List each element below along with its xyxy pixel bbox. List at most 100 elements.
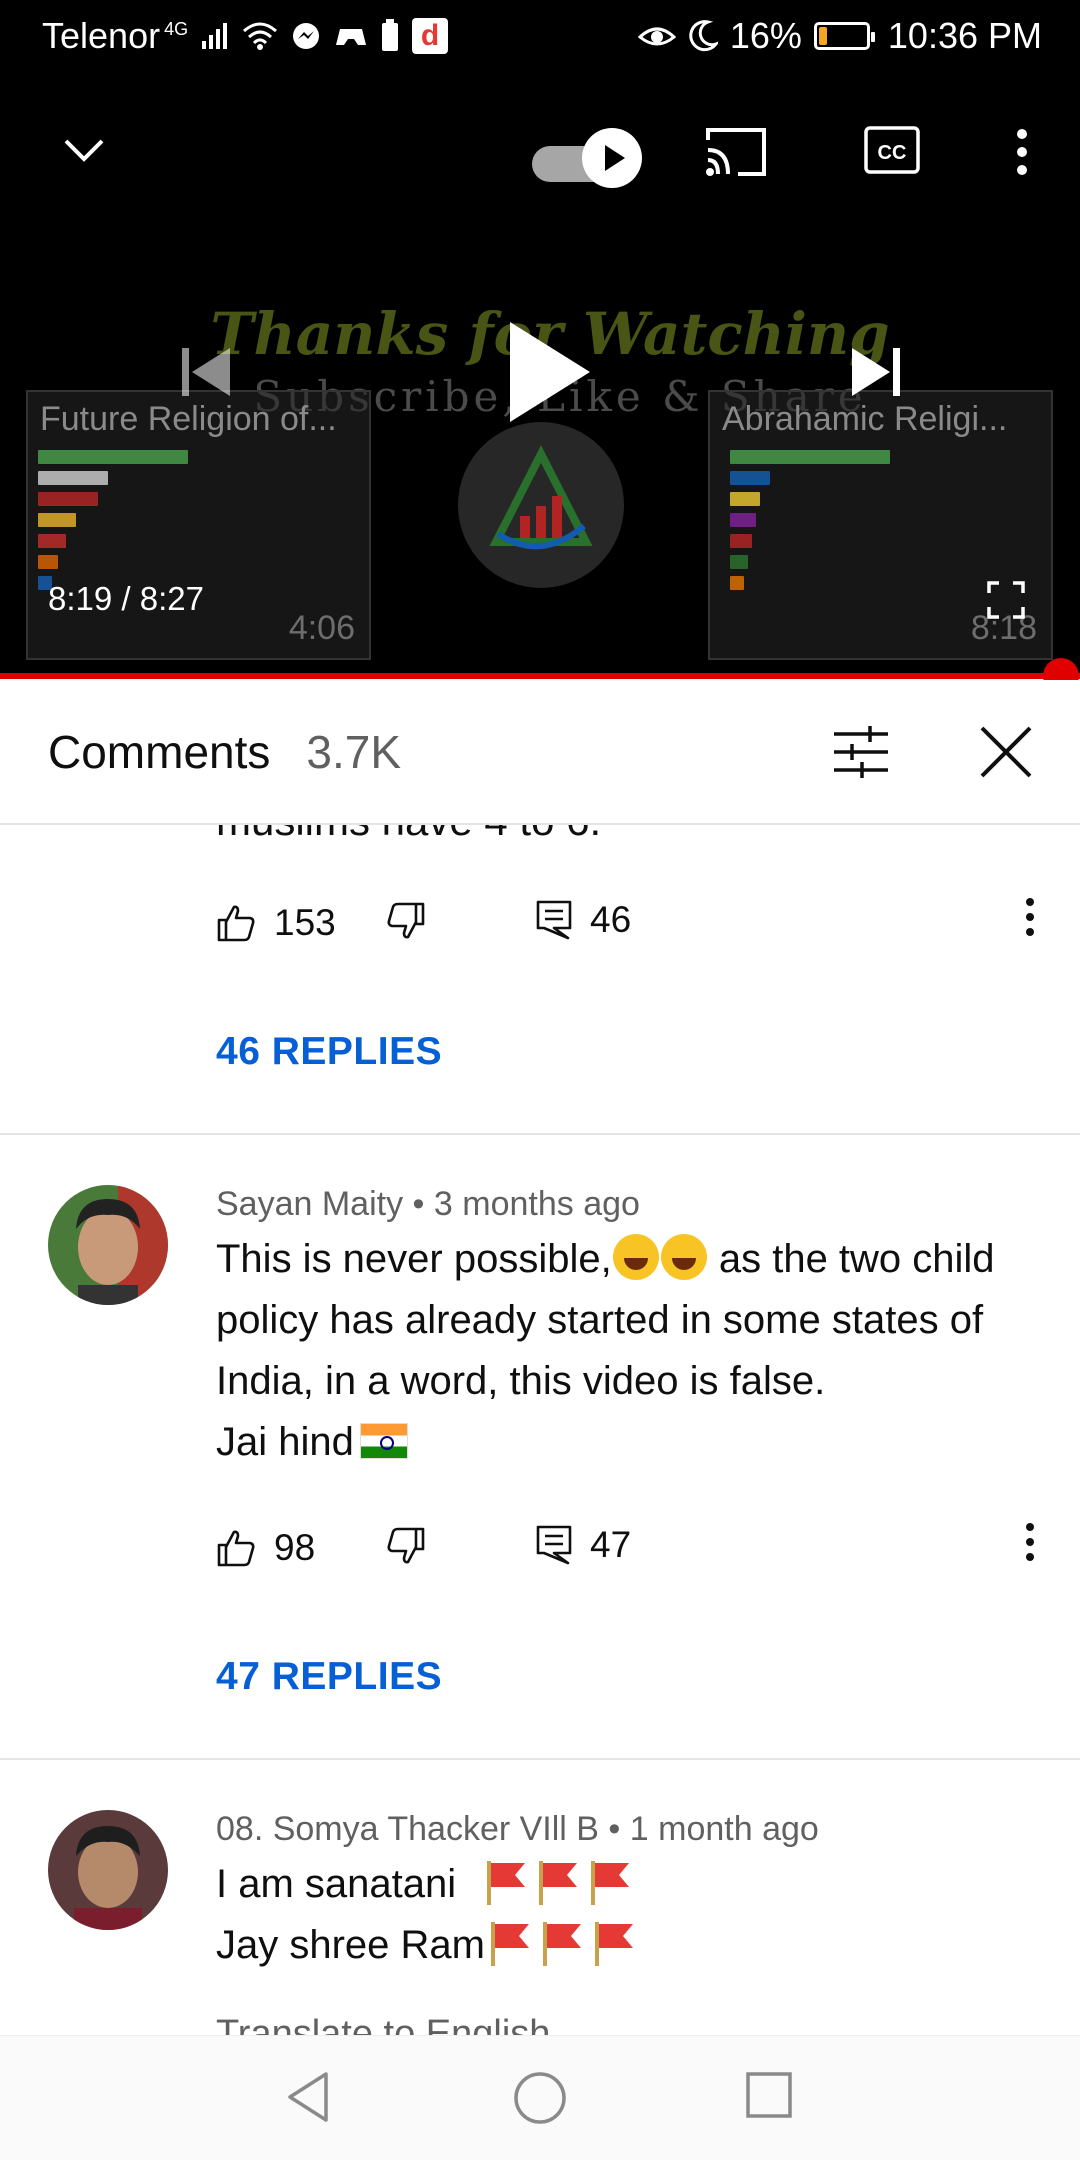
thumb-down-icon (387, 902, 425, 939)
comment-line: Jai hind (216, 1412, 1046, 1473)
thumb-down-icon (387, 1527, 425, 1564)
previous-icon[interactable] (176, 342, 236, 402)
flag-emoji-icon (490, 1922, 529, 1966)
meta-separator: • (598, 1810, 630, 1848)
comment-actions: 153 46 (216, 893, 1036, 953)
comment-actions: 98 47 (216, 1518, 1036, 1578)
comment-text: I am sanatani Jay shree Ram (216, 1854, 1046, 1976)
flag-emoji-icon (594, 1922, 633, 1966)
view-replies-link[interactable]: 46 REPLIES (216, 1030, 442, 1074)
reply-count: 47 (590, 1524, 632, 1565)
collapse-chevron-icon[interactable] (58, 124, 110, 176)
game-icon (334, 21, 368, 51)
time-readout: 8:19 / 8:27 (48, 580, 204, 617)
flag-emoji-icon (542, 1922, 581, 1966)
comment-age: 3 months ago (433, 1185, 640, 1223)
comment-line-part: Jai hind (216, 1420, 354, 1464)
wifi-icon (242, 21, 278, 51)
comment-line: India, in a word, this video is false. (216, 1359, 826, 1403)
clock: 10:36 PM (887, 15, 1042, 56)
battery-level (818, 27, 827, 45)
meta-separator: • (403, 1185, 434, 1223)
thumb-up-icon (217, 905, 255, 942)
battery-icon (813, 22, 875, 50)
end-card-thumbnail (730, 450, 890, 597)
comment-meta: 08. Somya Thacker VIll B • 1 month ago (216, 1810, 819, 1849)
translate-link[interactable]: Translate to English (216, 2013, 550, 2035)
status-bar: Telenor 4G d 16% 10:36 PM (0, 0, 1080, 72)
avatar[interactable] (48, 1185, 168, 1305)
next-icon[interactable] (846, 342, 906, 402)
laughing-emoji-icon (660, 1234, 707, 1280)
like-button[interactable]: 98 (216, 1527, 315, 1569)
reply-icon (536, 1525, 572, 1565)
end-card-thumbnail (38, 450, 188, 597)
messenger-icon (290, 20, 322, 52)
comment-line-part: I am sanatani (216, 1862, 457, 1906)
comment-text: muslims have 4 to 6. (216, 825, 601, 845)
home-icon[interactable] (512, 2070, 568, 2131)
svg-text:CC: CC (878, 142, 907, 164)
signal-icon (200, 21, 230, 51)
close-icon[interactable] (978, 724, 1034, 785)
comment-divider (0, 1758, 1080, 1760)
reply-count: 46 (590, 899, 632, 940)
dislike-button[interactable] (386, 1526, 426, 1575)
battery-saver-icon (380, 19, 400, 53)
reply-icon (536, 900, 572, 940)
channel-logo (458, 422, 624, 588)
laughing-emoji-icon (612, 1234, 659, 1280)
app-notification-icon: d (412, 18, 449, 54)
recents-icon[interactable] (744, 2070, 794, 2125)
captions-icon[interactable]: CC (864, 124, 920, 176)
flag-emoji-icon (487, 1861, 526, 1905)
comment-age: 1 month ago (629, 1810, 819, 1848)
comment-more-vert-icon[interactable] (1024, 1522, 1036, 1571)
network-type: 4G (164, 18, 189, 39)
player-more-vert-icon[interactable] (1006, 124, 1038, 180)
video-player[interactable]: Thanks for Watching Subscribe, Like & Sh… (0, 72, 1080, 674)
comments-list[interactable]: muslims have 4 to 6. 153 46 46 REPLIES S… (0, 825, 1080, 2035)
comment-line-part: This is never possible, (216, 1237, 612, 1281)
end-card-title: Future Religion of... (40, 400, 337, 438)
end-card-left[interactable]: Future Religion of... 4:06 (26, 390, 371, 660)
end-card-duration: 4:06 (288, 609, 355, 647)
thumb-up-icon (217, 1530, 255, 1567)
comment-line: Jay shree Ram (216, 1915, 1046, 1976)
fullscreen-icon[interactable] (986, 580, 1026, 620)
filter-icon[interactable] (832, 724, 890, 785)
play-icon[interactable] (504, 320, 594, 424)
comment-divider (0, 1133, 1080, 1135)
comments-title: Comments (48, 725, 271, 778)
end-card-title: Abrahamic Religi... (722, 400, 1008, 438)
comment-author[interactable]: Sayan Maity (216, 1185, 403, 1223)
status-right: 16% 10:36 PM (637, 15, 1042, 57)
cast-icon[interactable] (704, 124, 768, 180)
carrier-name: Telenor (42, 15, 161, 56)
india-flag-emoji-icon (359, 1423, 408, 1459)
status-left: Telenor 4G d (42, 15, 449, 57)
comment-more-vert-icon[interactable] (1024, 897, 1036, 946)
comments-count: 3.7K (306, 725, 402, 778)
progress-bar[interactable] (0, 673, 1080, 679)
moon-icon (688, 20, 718, 52)
comment-line: I am sanatani (216, 1854, 1046, 1915)
reply-button[interactable]: 47 (536, 1524, 631, 1566)
avatar[interactable] (48, 1810, 168, 1930)
back-icon[interactable] (284, 2070, 330, 2129)
comment-text: This is never possible, as the two child… (216, 1229, 1046, 1473)
comment-line-part: Jay shree Ram (216, 1923, 485, 1967)
comment-line-part: as the two child (707, 1237, 995, 1281)
like-button[interactable]: 153 (216, 902, 336, 944)
dislike-button[interactable] (386, 901, 426, 950)
system-nav-bar (0, 2035, 1080, 2160)
eye-comfort-icon (637, 21, 676, 51)
view-replies-link[interactable]: 47 REPLIES (216, 1655, 442, 1699)
battery-percent: 16% (729, 15, 802, 56)
reply-button[interactable]: 46 (536, 899, 631, 941)
comment-line: policy has already started in some state… (216, 1298, 984, 1342)
comment-author[interactable]: 08. Somya Thacker VIll B (216, 1810, 599, 1848)
like-count: 153 (274, 902, 336, 943)
flag-emoji-icon (591, 1861, 630, 1905)
autoplay-toggle[interactable] (532, 128, 642, 192)
